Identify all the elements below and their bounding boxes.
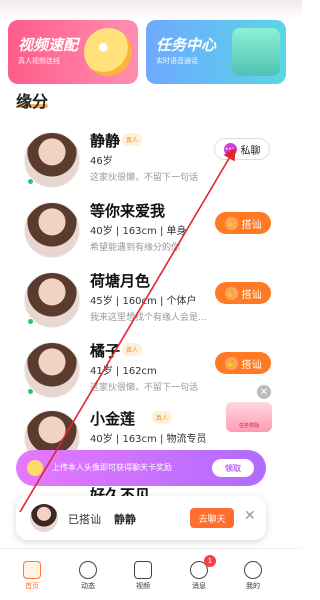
accost-button[interactable]: ✋ 搭讪 bbox=[215, 212, 271, 234]
video-match-banner[interactable]: 视频速配 真人视频连线 bbox=[8, 20, 138, 84]
promo-close-icon[interactable]: ✕ bbox=[264, 458, 276, 474]
video-match-title: 视频速配 bbox=[18, 36, 79, 54]
accost-label: 搭讪 bbox=[241, 359, 262, 371]
user-desc: 这家伙很懒，不留下一句话 bbox=[90, 383, 199, 393]
accost-label: 搭讪 bbox=[241, 219, 262, 231]
coin-bubble-icon bbox=[22, 456, 48, 480]
accost-button[interactable]: ✋ 搭讪 bbox=[215, 282, 271, 304]
tab-moments[interactable]: 动态 bbox=[63, 555, 113, 597]
user-desc: 我来这里想找个有缘人会是... bbox=[90, 313, 207, 323]
tab-label: 消息 bbox=[192, 582, 206, 590]
tab-home[interactable]: 首页 bbox=[7, 555, 57, 597]
online-dot-icon bbox=[27, 388, 34, 395]
promo-banner[interactable]: 上传本人头像即可获得聊天卡奖励 领取 ✕ bbox=[16, 450, 276, 486]
video-camera-icon bbox=[134, 561, 152, 579]
user-info: 40岁 | 163cm | 单身 bbox=[90, 226, 187, 237]
task-center-banner[interactable]: 任务中心 实时语音通话 bbox=[146, 20, 286, 84]
tab-messages[interactable]: 消息 1 bbox=[174, 555, 224, 597]
online-dot-icon bbox=[27, 178, 34, 185]
popup-close-icon[interactable]: ✕ bbox=[244, 508, 256, 524]
tab-label: 首页 bbox=[25, 582, 39, 590]
user-desc: 希望能遇到有缘分的你 bbox=[90, 243, 181, 253]
verified-badge: 真人 bbox=[122, 133, 143, 146]
user-name: 等你来爱我 bbox=[90, 202, 166, 220]
gift-label: 任务奖励 bbox=[238, 423, 259, 429]
accost-label: 搭讪 bbox=[241, 289, 262, 301]
claim-button[interactable]: 领取 bbox=[212, 459, 254, 477]
section-title: 缘分 bbox=[16, 92, 49, 111]
user-row[interactable]: 静静 真人 46岁 这家伙很懒，不留下一句话 ••• 私聊 bbox=[0, 126, 302, 196]
user-desc: 这家伙很懒，不留下一句话 bbox=[90, 173, 199, 183]
verified-badge: 真人 bbox=[122, 343, 143, 356]
task-center-title: 任务中心 bbox=[156, 36, 217, 54]
popup-prefix: 已搭讪 bbox=[68, 513, 101, 526]
heart-home-icon bbox=[23, 561, 41, 579]
user-row[interactable]: 等你来爱我 40岁 | 163cm | 单身 希望能遇到有缘分的你 ✋ 搭讪 bbox=[0, 196, 302, 266]
wave-icon: ✋ bbox=[224, 356, 238, 370]
user-name: 小金莲 bbox=[90, 410, 136, 428]
private-chat-label: 私聊 bbox=[240, 145, 261, 157]
tab-profile[interactable]: 我的 bbox=[228, 555, 278, 597]
user-row[interactable]: 橘子 真人 41岁 | 162cm 这家伙很懒，不留下一句话 ✋ 搭讪 bbox=[0, 336, 302, 406]
user-info: 46岁 bbox=[90, 156, 113, 167]
accost-button[interactable]: ✋ 搭讪 bbox=[215, 352, 271, 374]
user-row[interactable]: 荷塘月色 45岁 | 160cm | 个体户 我来这里想找个有缘人会是... ✋… bbox=[0, 266, 302, 336]
wave-icon: ✋ bbox=[224, 216, 238, 230]
popup-name: 静静 bbox=[114, 513, 136, 526]
book-mascot-icon bbox=[232, 28, 280, 76]
bottom-tab-bar: 首页 动态 视频 消息 1 我的 bbox=[0, 548, 302, 600]
wave-icon: ✋ bbox=[224, 286, 238, 300]
user-name: 橘子 bbox=[90, 342, 121, 360]
gift-close-icon[interactable]: ✕ bbox=[257, 385, 271, 399]
chat-bubble-icon: ••• bbox=[223, 142, 237, 156]
task-center-subtitle: 实时语音通话 bbox=[156, 57, 198, 65]
avatar[interactable] bbox=[24, 202, 80, 258]
user-info: 45岁 | 160cm | 个体户 bbox=[90, 296, 197, 307]
go-chat-button[interactable]: 去聊天 bbox=[190, 508, 234, 528]
bird-mascot-icon bbox=[84, 28, 132, 76]
tab-label: 视频 bbox=[136, 582, 150, 590]
smiley-profile-icon bbox=[244, 561, 262, 579]
online-dot-icon bbox=[27, 318, 34, 325]
accost-popup: 已搭讪 静静 去聊天 ✕ bbox=[16, 496, 266, 540]
tab-label: 动态 bbox=[81, 582, 95, 590]
tab-video[interactable]: 视频 bbox=[118, 555, 168, 597]
user-name: 静静 bbox=[90, 132, 121, 150]
gift-box-icon[interactable]: 任务奖励 bbox=[226, 402, 272, 432]
unread-badge: 1 bbox=[204, 555, 216, 567]
user-name: 荷塘月色 bbox=[90, 272, 151, 290]
tab-label: 我的 bbox=[246, 582, 260, 590]
user-info: 41岁 | 162cm bbox=[90, 366, 157, 377]
top-gradient bbox=[0, 0, 302, 20]
user-info: 40岁 | 163cm | 物流专员 bbox=[90, 434, 207, 445]
promo-text: 上传本人头像即可获得聊天卡奖励 bbox=[52, 463, 172, 472]
verified-badge: 真人 bbox=[152, 411, 173, 424]
popup-avatar bbox=[30, 504, 58, 532]
planet-icon bbox=[79, 561, 97, 579]
video-match-subtitle: 真人视频连线 bbox=[18, 57, 60, 65]
private-chat-button[interactable]: ••• 私聊 bbox=[214, 138, 270, 160]
